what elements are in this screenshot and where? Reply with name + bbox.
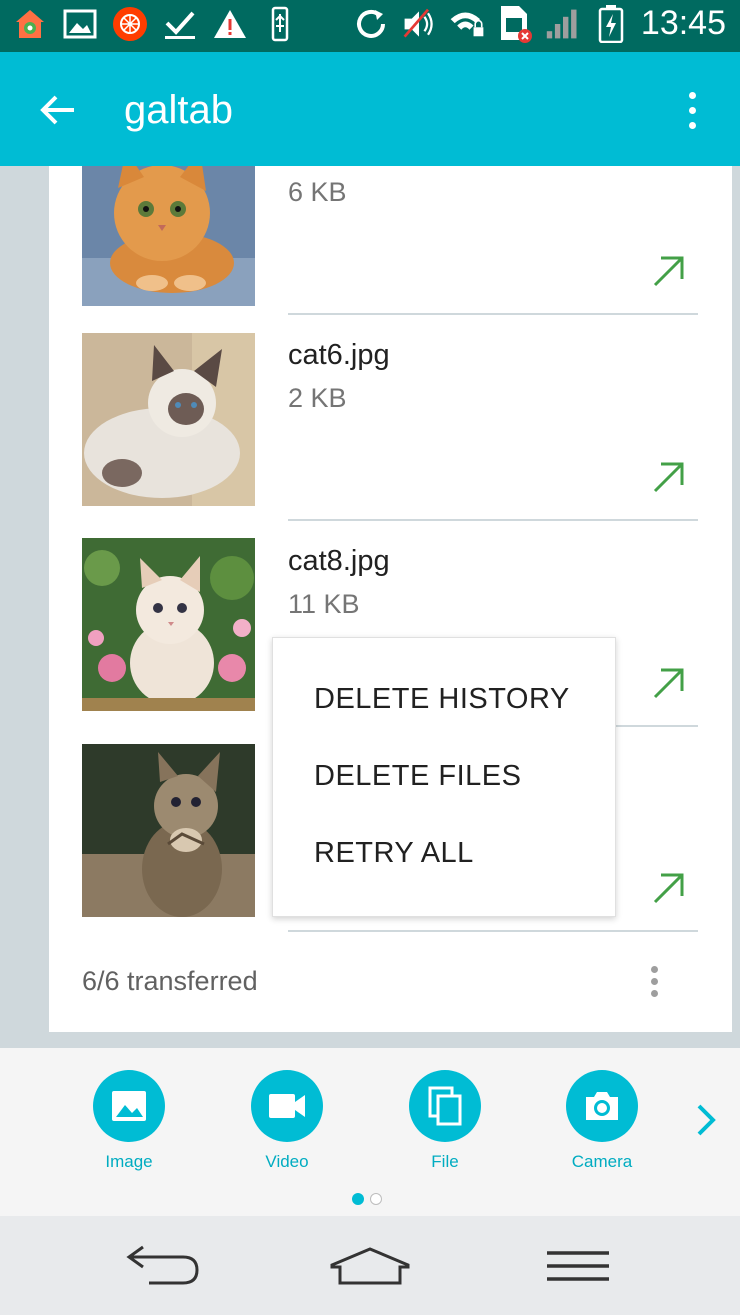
- gallery-icon: [62, 6, 98, 42]
- notification-icons: [12, 6, 298, 42]
- card-menu-button[interactable]: [644, 961, 664, 1001]
- attach-label: File: [431, 1152, 459, 1171]
- arrow-back-icon: [40, 95, 74, 125]
- thumbnail-image: [82, 333, 255, 506]
- status-bar: 13:45: [0, 0, 740, 52]
- file-size: 2 KB: [288, 383, 347, 413]
- menu-item-delete-history[interactable]: DELETE HISTORY: [314, 683, 570, 716]
- attach-camera-button[interactable]: Camera: [547, 1070, 657, 1172]
- divider: [288, 519, 698, 521]
- sync-icon: [353, 6, 389, 42]
- attach-file-button[interactable]: File: [390, 1070, 500, 1172]
- attach-label: Video: [265, 1152, 309, 1171]
- wifi-locked-icon: [449, 6, 485, 42]
- download-done-icon: [162, 6, 198, 42]
- open-file-icon[interactable]: [649, 251, 689, 291]
- file-size: 11 KB: [288, 589, 360, 619]
- next-page-button[interactable]: [688, 1098, 724, 1142]
- system-icons: 13:45: [353, 4, 726, 43]
- volume-muted-icon: [401, 6, 437, 42]
- app-bar: galtab: [0, 52, 740, 166]
- page-title: galtab: [124, 88, 233, 132]
- menu-item-delete-files[interactable]: DELETE FILES: [314, 760, 521, 793]
- open-file-icon[interactable]: [649, 457, 689, 497]
- menu-item-retry-all[interactable]: RETRY ALL: [314, 837, 474, 870]
- list-item[interactable]: 6 KB: [49, 166, 732, 339]
- divider: [288, 313, 698, 315]
- thumbnail-image: [82, 538, 255, 711]
- nav-menu-button[interactable]: [533, 1238, 623, 1294]
- chevron-right-icon: [697, 1104, 716, 1136]
- more-vert-icon: [688, 91, 696, 99]
- attach-bar: Image Video File Camera: [0, 1048, 740, 1216]
- camera-icon: [586, 1092, 618, 1120]
- list-item[interactable]: cat6.jpg 2 KB: [49, 333, 732, 545]
- thumbnail-image: [82, 744, 255, 917]
- transfer-status: 6/6 transferred: [82, 966, 258, 996]
- nav-home-button[interactable]: [325, 1238, 415, 1294]
- back-button[interactable]: [30, 82, 86, 138]
- more-vert-icon: [650, 965, 658, 973]
- file-size: 6 KB: [288, 177, 347, 207]
- battery-charging-icon: [593, 4, 629, 43]
- usb-icon: [262, 6, 298, 42]
- nav-home-icon: [330, 1247, 410, 1285]
- file-name: cat8.jpg: [288, 545, 390, 577]
- image-icon: [112, 1091, 146, 1121]
- overflow-menu-button[interactable]: [672, 84, 712, 136]
- attach-image-button[interactable]: Image: [74, 1070, 184, 1172]
- page-dot: [370, 1193, 382, 1205]
- nav-back-button[interactable]: [118, 1238, 208, 1294]
- attach-label: Camera: [571, 1152, 633, 1171]
- open-file-icon[interactable]: [649, 663, 689, 703]
- videocam-icon: [269, 1094, 305, 1118]
- nav-menu-icon: [547, 1251, 609, 1281]
- open-file-icon[interactable]: [649, 868, 689, 908]
- file-name: cat6.jpg: [288, 339, 390, 371]
- system-nav-bar: [0, 1216, 740, 1315]
- popup-menu: DELETE HISTORY DELETE FILES RETRY ALL: [272, 637, 616, 917]
- page-indicator: [352, 1193, 382, 1205]
- clock: 13:45: [640, 4, 726, 42]
- page-dot-active: [352, 1193, 364, 1205]
- file-copy-icon: [428, 1086, 462, 1126]
- attach-video-button[interactable]: Video: [232, 1070, 342, 1172]
- home-settings-icon: [12, 6, 48, 42]
- thumbnail-image: [82, 166, 255, 306]
- sim-error-icon: [497, 5, 533, 43]
- signal-icon: [545, 6, 581, 42]
- attach-label: Image: [105, 1152, 153, 1171]
- app-icon: [112, 6, 148, 42]
- warning-icon: [212, 6, 248, 42]
- nav-back-icon: [126, 1245, 199, 1285]
- divider: [288, 930, 698, 932]
